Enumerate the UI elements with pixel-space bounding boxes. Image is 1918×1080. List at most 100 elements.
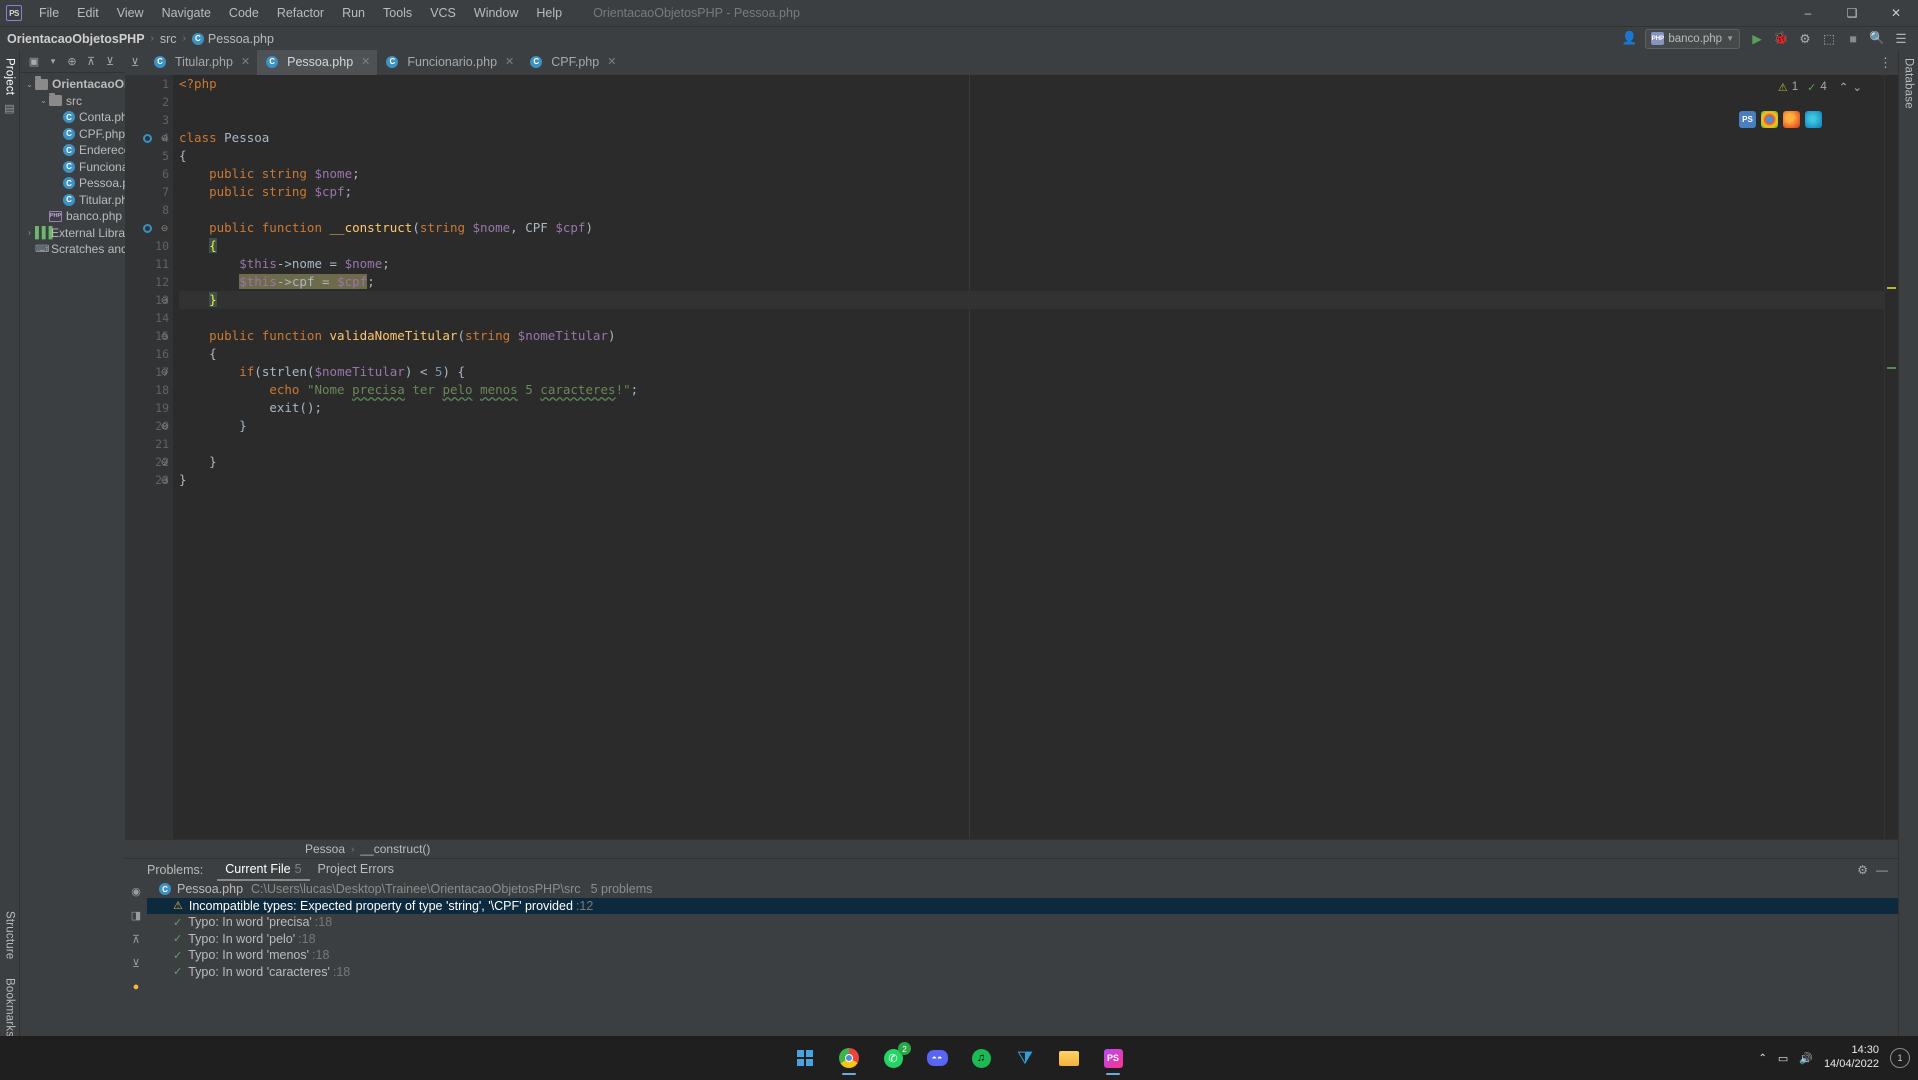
code-line[interactable]: exit(); xyxy=(179,399,1884,417)
code-line[interactable] xyxy=(179,201,1884,219)
profile-button[interactable]: ⚙ xyxy=(1794,28,1816,49)
taskbar-app-vscode[interactable]: ⧩ xyxy=(1012,1045,1038,1071)
code-line[interactable]: { xyxy=(179,147,1884,165)
menu-item-vcs[interactable]: VCS xyxy=(421,3,465,23)
quickfix-bulb-icon[interactable]: ● xyxy=(133,981,140,993)
tree-item[interactable]: C Conta.php xyxy=(20,109,125,126)
code-fold-icon[interactable]: ⊖ xyxy=(159,291,170,309)
menu-item-navigate[interactable]: Navigate xyxy=(153,3,220,23)
tree-expand-arrow-icon[interactable]: ⌄ xyxy=(24,80,35,89)
code-line[interactable]: public function __construct(string $nome… xyxy=(179,219,1884,237)
code-fold-icon[interactable]: ⊖ xyxy=(159,327,170,345)
search-everywhere-icon[interactable]: 🔍 xyxy=(1866,28,1888,49)
code-line[interactable]: { xyxy=(179,237,1884,255)
next-problem-icon[interactable]: ⌄ xyxy=(1852,80,1862,94)
code-viewport[interactable]: <?php class Pessoa{ public string $nome; … xyxy=(173,75,1884,839)
tree-item[interactable]: ⌄ src xyxy=(20,92,125,110)
tree-item[interactable]: C Funcionar xyxy=(20,159,125,176)
source-code[interactable]: <?php class Pessoa{ public string $nome; … xyxy=(173,75,1884,489)
split-view-icon[interactable]: ◨ xyxy=(131,909,141,922)
code-line[interactable]: { xyxy=(179,345,1884,363)
code-line[interactable]: $this->nome = $nome; xyxy=(179,255,1884,273)
taskbar-app-chrome[interactable] xyxy=(836,1045,862,1075)
tree-item[interactable]: PHP banco.php xyxy=(20,208,125,225)
tool-window-database[interactable]: Database xyxy=(1903,50,1915,109)
user-account-icon[interactable]: 👤 xyxy=(1615,28,1643,49)
inspection-scrollbar[interactable] xyxy=(1884,75,1898,839)
breadcrumb-file[interactable]: Pessoa.php xyxy=(208,32,274,46)
tree-item[interactable]: C Titular.php xyxy=(20,192,125,209)
code-fold-icon[interactable]: ⊖ xyxy=(159,219,170,237)
code-fold-icon[interactable]: ⊖ xyxy=(159,453,170,471)
code-line[interactable]: public string $nome; xyxy=(179,165,1884,183)
problems-list-item[interactable]: ✓ Typo: In word 'caracteres':18 xyxy=(147,964,1898,981)
problems-tab-project-errors[interactable]: Project Errors xyxy=(310,860,402,881)
menu-item-window[interactable]: Window xyxy=(465,3,527,23)
menu-item-tools[interactable]: Tools xyxy=(374,3,421,23)
tray-volume-icon[interactable]: 🔊 xyxy=(1799,1052,1813,1065)
code-line[interactable]: } xyxy=(179,471,1884,489)
breadcrumb-class[interactable]: Pessoa xyxy=(305,842,345,856)
taskbar-clock[interactable]: 14:30 14/04/2022 xyxy=(1824,1044,1879,1072)
taskbar-app-spotify[interactable]: ♫ xyxy=(968,1045,994,1071)
close-tab-icon[interactable]: ✕ xyxy=(607,55,616,68)
code-line[interactable]: } xyxy=(179,417,1884,435)
problems-list-item[interactable]: ✓ Typo: In word 'precisa':18 xyxy=(147,914,1898,931)
tree-item[interactable]: C CPF.php xyxy=(20,126,125,143)
run-configuration-selector[interactable]: PHP banco.php ▼ xyxy=(1645,28,1740,49)
chrome-icon[interactable] xyxy=(1761,111,1778,128)
problems-list[interactable]: C Pessoa.php C:\Users\lucas\Desktop\Traine… xyxy=(147,881,1898,1038)
code-fold-icon[interactable]: ⊖ xyxy=(159,363,170,381)
tree-item[interactable]: C Endereco. xyxy=(20,142,125,159)
close-tab-icon[interactable]: ✕ xyxy=(241,55,250,68)
code-line[interactable]: echo "Nome precisa ter pelo menos 5 cara… xyxy=(179,381,1884,399)
problems-list-item[interactable]: ⚠ Incompatible types: Expected property o… xyxy=(147,897,1898,914)
menu-item-code[interactable]: Code xyxy=(220,3,268,23)
code-line[interactable] xyxy=(179,435,1884,453)
run-gutter-icon[interactable] xyxy=(141,219,153,237)
tool-window-structure[interactable]: Structure xyxy=(4,903,16,969)
code-line[interactable]: <?php xyxy=(179,75,1884,93)
debug-button[interactable]: 🐞 xyxy=(1770,28,1792,49)
tree-item[interactable]: ⌨Scratches and Co xyxy=(20,241,125,258)
preview-eye-icon[interactable]: ◉ xyxy=(131,885,141,898)
code-line[interactable]: public function validaNomeTitular(string… xyxy=(179,327,1884,345)
prev-problem-icon[interactable]: ⌃ xyxy=(1839,80,1849,94)
inspection-mark-warning[interactable] xyxy=(1887,287,1896,289)
project-tree[interactable]: ⌄OrientacaoObjet⌄srcCConta.phpCCPF.phpCE… xyxy=(20,73,125,1080)
breadcrumb-method[interactable]: __construct() xyxy=(360,842,430,856)
menu-item-file[interactable]: File xyxy=(30,3,68,23)
select-opened-file-icon[interactable]: ▣ xyxy=(26,53,42,69)
tree-expand-arrow-icon[interactable]: ⌄ xyxy=(38,96,49,105)
menu-item-help[interactable]: Help xyxy=(527,3,571,23)
tree-item[interactable]: C Pessoa.ph xyxy=(20,175,125,192)
code-fold-icon[interactable]: ⊖ xyxy=(159,129,170,147)
collapse-all-icon[interactable]: ⊻ xyxy=(102,53,118,69)
close-tab-icon[interactable]: ✕ xyxy=(361,55,370,68)
tray-network-icon[interactable]: ▭ xyxy=(1778,1052,1788,1065)
editor-gutter[interactable]: 1234⊖56789⊖10111213⊖1415⊖1617⊖181920⊖212… xyxy=(125,75,173,839)
code-line[interactable]: } xyxy=(179,291,1884,309)
menu-item-refactor[interactable]: Refactor xyxy=(268,3,333,23)
tree-expand-arrow-icon[interactable]: › xyxy=(24,228,35,237)
inspection-widget[interactable]: ⚠ 1 ✓ 4 ⌃ ⌄ xyxy=(1778,80,1862,94)
breadcrumb-project[interactable]: OrientacaoObjetosPHP xyxy=(7,32,145,46)
code-line[interactable]: } xyxy=(179,453,1884,471)
firefox-icon[interactable] xyxy=(1783,111,1800,128)
hide-tabs-icon[interactable]: ⊻ xyxy=(125,50,145,75)
problems-settings-icon[interactable]: ⚙ xyxy=(1857,863,1868,877)
code-line[interactable] xyxy=(179,111,1884,129)
editor-tab-options-icon[interactable]: ⋮ xyxy=(1879,50,1898,75)
tool-window-project[interactable]: Project xyxy=(4,50,16,95)
taskbar-app-phpstorm[interactable]: PS xyxy=(1100,1045,1126,1075)
breadcrumb-folder[interactable]: src xyxy=(160,32,177,46)
code-line[interactable] xyxy=(179,309,1884,327)
collapse-all-problems-icon[interactable]: ⊻ xyxy=(132,957,140,970)
tray-expand-icon[interactable]: ⌃ xyxy=(1758,1053,1766,1064)
problems-minimize-icon[interactable]: — xyxy=(1876,863,1888,877)
tree-item[interactable]: ⌄ OrientacaoObjet xyxy=(20,76,125,93)
filter-icon[interactable]: ▾ xyxy=(45,53,61,69)
coverage-button[interactable]: ⬚ xyxy=(1818,28,1840,49)
phpstorm-preview-icon[interactable]: PS xyxy=(1739,111,1756,128)
expand-all-problems-icon[interactable]: ⊼ xyxy=(132,933,140,946)
